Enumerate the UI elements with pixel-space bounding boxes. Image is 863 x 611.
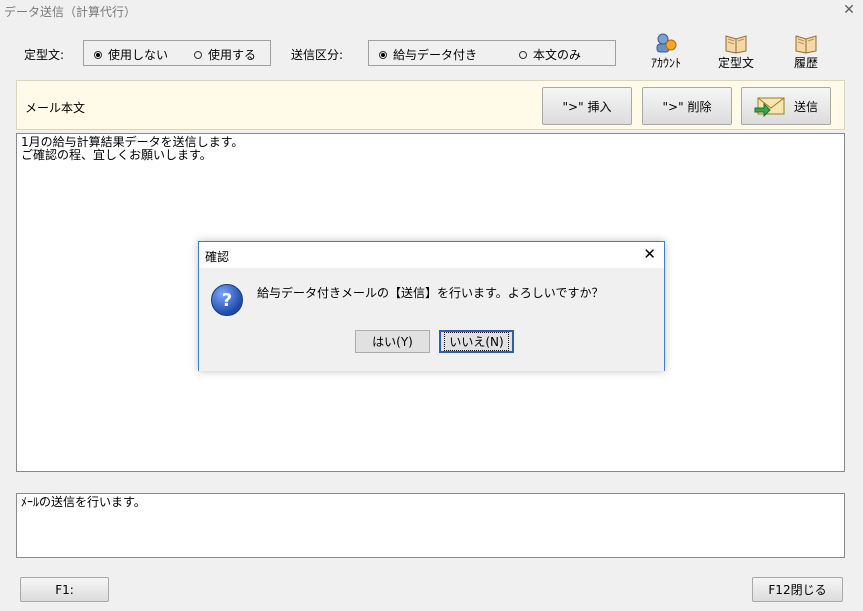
account-label: ｱｶｳﾝﾄ bbox=[650, 56, 681, 70]
history-label: 履歴 bbox=[793, 56, 818, 70]
window-titlebar: データ送信（計算代行） ✕ bbox=[0, 0, 863, 24]
template-button[interactable]: 定型文 bbox=[706, 32, 766, 71]
question-icon: ? bbox=[211, 284, 243, 316]
status-message: ﾒｰﾙの送信を行います。 bbox=[21, 495, 146, 509]
send-type-radio-group: 給与データ付き 本文のみ bbox=[368, 40, 616, 66]
radio-label: 本文のみ bbox=[533, 48, 582, 62]
template-label: 定型文: bbox=[24, 48, 65, 62]
send-type-label: 送信区分: bbox=[291, 48, 344, 62]
radio-dot bbox=[194, 50, 202, 59]
radio-dot bbox=[379, 50, 387, 59]
template-toolbar-label: 定型文 bbox=[717, 56, 754, 70]
no-button-label: いいえ(N) bbox=[444, 332, 509, 351]
status-message-box: ﾒｰﾙの送信を行います。 bbox=[16, 493, 845, 558]
mail-body-label: メール本文 bbox=[25, 101, 86, 115]
account-icon bbox=[654, 32, 678, 54]
history-button[interactable]: 履歴 bbox=[776, 32, 836, 71]
radio-dot bbox=[94, 50, 102, 59]
template-radio-not-use[interactable]: 使用しない bbox=[94, 46, 168, 63]
delete-button[interactable]: ">" 削除 bbox=[642, 87, 732, 125]
yes-button-label: はい(Y) bbox=[372, 335, 413, 349]
radio-label: 給与データ付き bbox=[393, 48, 478, 62]
window-close-icon[interactable]: ✕ bbox=[841, 2, 857, 18]
no-button[interactable]: いいえ(N) bbox=[439, 330, 514, 353]
envelope-icon bbox=[754, 92, 786, 121]
dialog-title: 確認 bbox=[205, 250, 230, 264]
f12-button-label: F12閉じる bbox=[768, 583, 827, 597]
radio-dot bbox=[519, 50, 527, 59]
send-type-radio-with-data[interactable]: 給与データ付き bbox=[379, 46, 477, 63]
dialog-message: 給与データ付きメールの【送信】を行います。よろしいですか？ bbox=[257, 286, 604, 300]
insert-button[interactable]: ">" 挿入 bbox=[542, 87, 632, 125]
send-button[interactable]: 送信 bbox=[741, 87, 831, 125]
window-title: データ送信（計算代行） bbox=[4, 5, 137, 19]
history-book-icon bbox=[794, 32, 818, 54]
dialog-titlebar: 確認 ✕ bbox=[199, 242, 664, 268]
confirm-dialog: 確認 ✕ ? 給与データ付きメールの【送信】を行います。よろしいですか？ はい(… bbox=[198, 241, 665, 371]
yes-button[interactable]: はい(Y) bbox=[355, 330, 430, 353]
send-type-radio-body-only[interactable]: 本文のみ bbox=[519, 46, 581, 63]
template-radio-use[interactable]: 使用する bbox=[194, 46, 256, 63]
dialog-body: ? 給与データ付きメールの【送信】を行います。よろしいですか？ はい(Y) いい… bbox=[199, 268, 664, 371]
send-button-label: 送信 bbox=[793, 99, 818, 114]
dialog-close-icon[interactable]: ✕ bbox=[643, 245, 656, 263]
f1-button[interactable]: F1: bbox=[20, 577, 109, 602]
f1-button-label: F1: bbox=[55, 582, 74, 597]
mail-header-bar: メール本文 ">" 挿入 ">" 削除 送信 bbox=[16, 80, 845, 130]
template-radio-group: 使用しない 使用する bbox=[83, 40, 271, 66]
radio-label: 使用する bbox=[208, 48, 257, 62]
delete-button-label: ">" 削除 bbox=[662, 99, 712, 114]
insert-button-label: ">" 挿入 bbox=[562, 99, 612, 114]
book-icon bbox=[724, 32, 748, 54]
radio-label: 使用しない bbox=[108, 48, 169, 62]
f12-close-button[interactable]: F12閉じる bbox=[752, 577, 843, 602]
account-button[interactable]: ｱｶｳﾝﾄ bbox=[636, 32, 696, 71]
mail-body-line: ご確認の程、宜しくお願いします。 bbox=[21, 148, 212, 162]
